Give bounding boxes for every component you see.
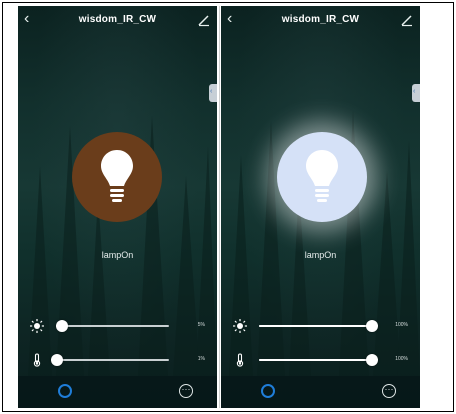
color-temp-knob[interactable] — [366, 354, 378, 366]
more-dots-icon[interactable]: ··· — [382, 384, 396, 398]
phone-screen-lamp-on: ‹ wisdom_IR_CW ‹ lampOn 100% 100% ··· — [221, 6, 420, 408]
brightness-knob[interactable] — [366, 320, 378, 332]
side-drawer-tab[interactable]: ‹ — [412, 84, 420, 102]
power-circle-icon[interactable] — [58, 384, 72, 398]
chevron-left-icon: ‹ — [413, 88, 416, 95]
screen-divider — [219, 6, 220, 408]
header-bar: ‹ wisdom_IR_CW — [221, 6, 420, 36]
edit-pencil-icon[interactable] — [197, 13, 211, 27]
brightness-value: 5% — [197, 322, 205, 328]
lamp-label: lampOn — [101, 250, 134, 260]
sun-icon — [233, 319, 247, 333]
device-title: wisdom_IR_CW — [78, 14, 157, 25]
color-temp-knob[interactable] — [51, 354, 64, 366]
lamp-label: lampOn — [304, 250, 337, 260]
phone-screen-lamp-off: ‹ wisdom_IR_CW ‹ lampOn 5% 1% ··· — [18, 6, 217, 408]
lamp-toggle[interactable] — [72, 132, 162, 222]
color-temp-slider-row: 100% — [231, 352, 408, 368]
sun-icon — [30, 319, 44, 333]
brightness-knob[interactable] — [55, 320, 68, 332]
color-temp-slider[interactable] — [259, 354, 378, 366]
color-temp-slider[interactable] — [51, 354, 169, 366]
color-temp-value: 1% — [197, 356, 205, 362]
header-bar: ‹ wisdom_IR_CW — [18, 6, 217, 36]
chevron-left-icon: ‹ — [210, 88, 213, 95]
device-title: wisdom_IR_CW — [281, 14, 360, 25]
more-dots-icon[interactable]: ··· — [179, 384, 193, 398]
color-temp-value: 100% — [395, 356, 408, 362]
color-temp-fill — [259, 359, 372, 361]
brightness-slider-row: 100% — [231, 318, 408, 334]
brightness-slider[interactable] — [259, 320, 378, 332]
brightness-value: 100% — [395, 322, 408, 328]
brightness-slider-row: 5% — [28, 318, 205, 334]
brightness-slider[interactable] — [55, 320, 169, 332]
bottom-bar: ··· — [18, 376, 217, 408]
color-temp-slider-row: 1% — [28, 352, 205, 368]
power-circle-icon[interactable] — [261, 384, 275, 398]
brightness-fill — [259, 325, 372, 327]
side-drawer-tab[interactable]: ‹ — [209, 84, 217, 102]
light-bulb-icon — [101, 150, 133, 202]
light-bulb-icon — [306, 150, 338, 202]
bottom-bar: ··· — [221, 376, 420, 408]
lamp-toggle[interactable] — [277, 132, 367, 222]
thermometer-icon — [33, 353, 41, 367]
thermometer-icon — [236, 353, 244, 367]
edit-pencil-icon[interactable] — [400, 13, 414, 27]
